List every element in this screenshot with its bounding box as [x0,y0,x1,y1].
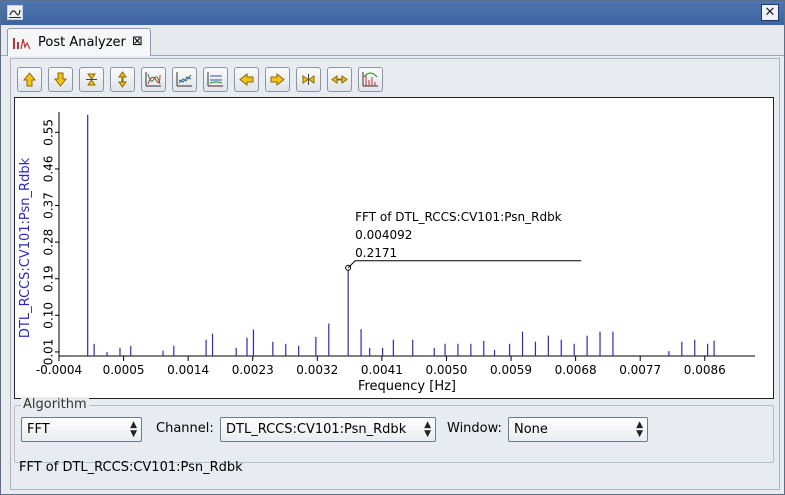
channel-select-value: DTL_RCCS:CV101:Psn_Rdbk [226,422,407,437]
waveform-icon [145,72,161,87]
x-tick-label: 0.0086 [684,363,726,377]
select-arrows-icon: ▲ ▼ [130,420,137,439]
fft-icon [362,72,378,87]
fft-button[interactable] [358,67,383,92]
expand-vertical-button[interactable] [110,67,135,92]
expand-horizontal-icon [331,75,348,84]
window-close-button[interactable]: ✕ [761,4,779,21]
channel-label: Channel: [156,421,214,436]
line-chart-button[interactable] [172,67,197,92]
shrink-vertical-button[interactable] [79,67,104,92]
app-icon [7,5,23,20]
marker-y-value: 0.2171 [355,246,397,260]
left-arrow-icon [239,72,254,87]
x-tick-label: 0.0077 [619,363,661,377]
algorithm-group-title: Algorithm [21,397,89,412]
x-tick-label: 0.0023 [232,363,274,377]
left-arrow-button[interactable] [234,67,259,92]
axis-scale-icon [207,72,223,87]
tab-strip: Post Analyzer ⊠ [1,25,784,56]
post-analyzer-icon [12,36,32,50]
x-tick-label: 0.0032 [296,363,338,377]
fft-plot[interactable]: -0.0004 0.0005 0.0014 0.0023 0.0032 0.0041 0.0… [14,97,774,399]
tab-post-analyzer[interactable]: Post Analyzer ⊠ [7,28,151,56]
down-arrow-icon [53,72,68,87]
x-tick-label: 0.0041 [361,363,403,377]
right-arrow-icon [270,72,285,87]
expand-vertical-icon [118,71,127,88]
axis-scale-button[interactable] [203,67,228,92]
algorithm-group: Algorithm FFT ▲ ▼ Channel: DTL_RCCS:CV101… [14,397,774,463]
waveform-button[interactable] [141,67,166,92]
window-label: Window: [447,421,502,436]
status-text: FFT of DTL_RCCS:CV101:Psn_Rdbk [19,460,243,475]
app-window: ✕ Post Analyzer ⊠ -0.0004 0.0005 0.0014 … [0,0,785,495]
title-bar[interactable]: ✕ [1,1,784,25]
algorithm-select-value: FFT [27,422,50,437]
x-tick-label: 0.0059 [490,363,532,377]
y-tick-label: 0.46 [42,156,56,183]
window-select-value: None [514,422,548,437]
shrink-horizontal-icon [302,74,315,85]
algorithm-select[interactable]: FFT ▲ ▼ [21,417,142,442]
expand-horizontal-button[interactable] [327,67,352,92]
shrink-vertical-icon [86,73,97,86]
x-axis-label: Frequency [Hz] [358,379,456,394]
x-tick-label: 0.0005 [103,363,145,377]
marker-leader-line [347,260,582,269]
fft-chart[interactable]: -0.0004 0.0005 0.0014 0.0023 0.0032 0.0041 0.0… [15,98,773,398]
y-axis-label: DTL_RCCS:CV101:Psn_Rdbk [18,157,33,338]
x-tick-label: 0.0068 [555,363,597,377]
select-arrows-icon: ▲ ▼ [424,420,431,439]
shrink-horizontal-button[interactable] [296,67,321,92]
right-arrow-button[interactable] [265,67,290,92]
up-arrow-icon [22,72,37,87]
tab-close-icon[interactable]: ⊠ [132,34,143,49]
select-arrows-icon: ▲ ▼ [636,420,643,439]
x-tick-label: 0.0050 [425,363,467,377]
line-chart-icon [176,72,192,87]
window-select[interactable]: None ▲ ▼ [508,417,648,442]
y-tick-label: 0.55 [42,119,56,146]
y-tick-label: 0.19 [42,265,56,292]
y-tick-label: 0.28 [42,229,56,256]
y-tick-label: 0.37 [42,192,56,219]
down-arrow-button[interactable] [48,67,73,92]
y-tick-label: 0.10 [42,302,56,329]
marker-x-value: 0.004092 [355,228,412,242]
up-arrow-button[interactable] [17,67,42,92]
tab-label: Post Analyzer [38,35,126,50]
y-tick-label: 0.01 [42,339,56,366]
x-tick-label: 0.0014 [167,363,209,377]
channel-select[interactable]: DTL_RCCS:CV101:Psn_Rdbk ▲ ▼ [220,417,436,442]
post-analyzer-panel: -0.0004 0.0005 0.0014 0.0023 0.0032 0.0041 0.0… [10,58,780,490]
marker-title: FFT of DTL_RCCS:CV101:Psn_Rdbk [355,210,562,224]
